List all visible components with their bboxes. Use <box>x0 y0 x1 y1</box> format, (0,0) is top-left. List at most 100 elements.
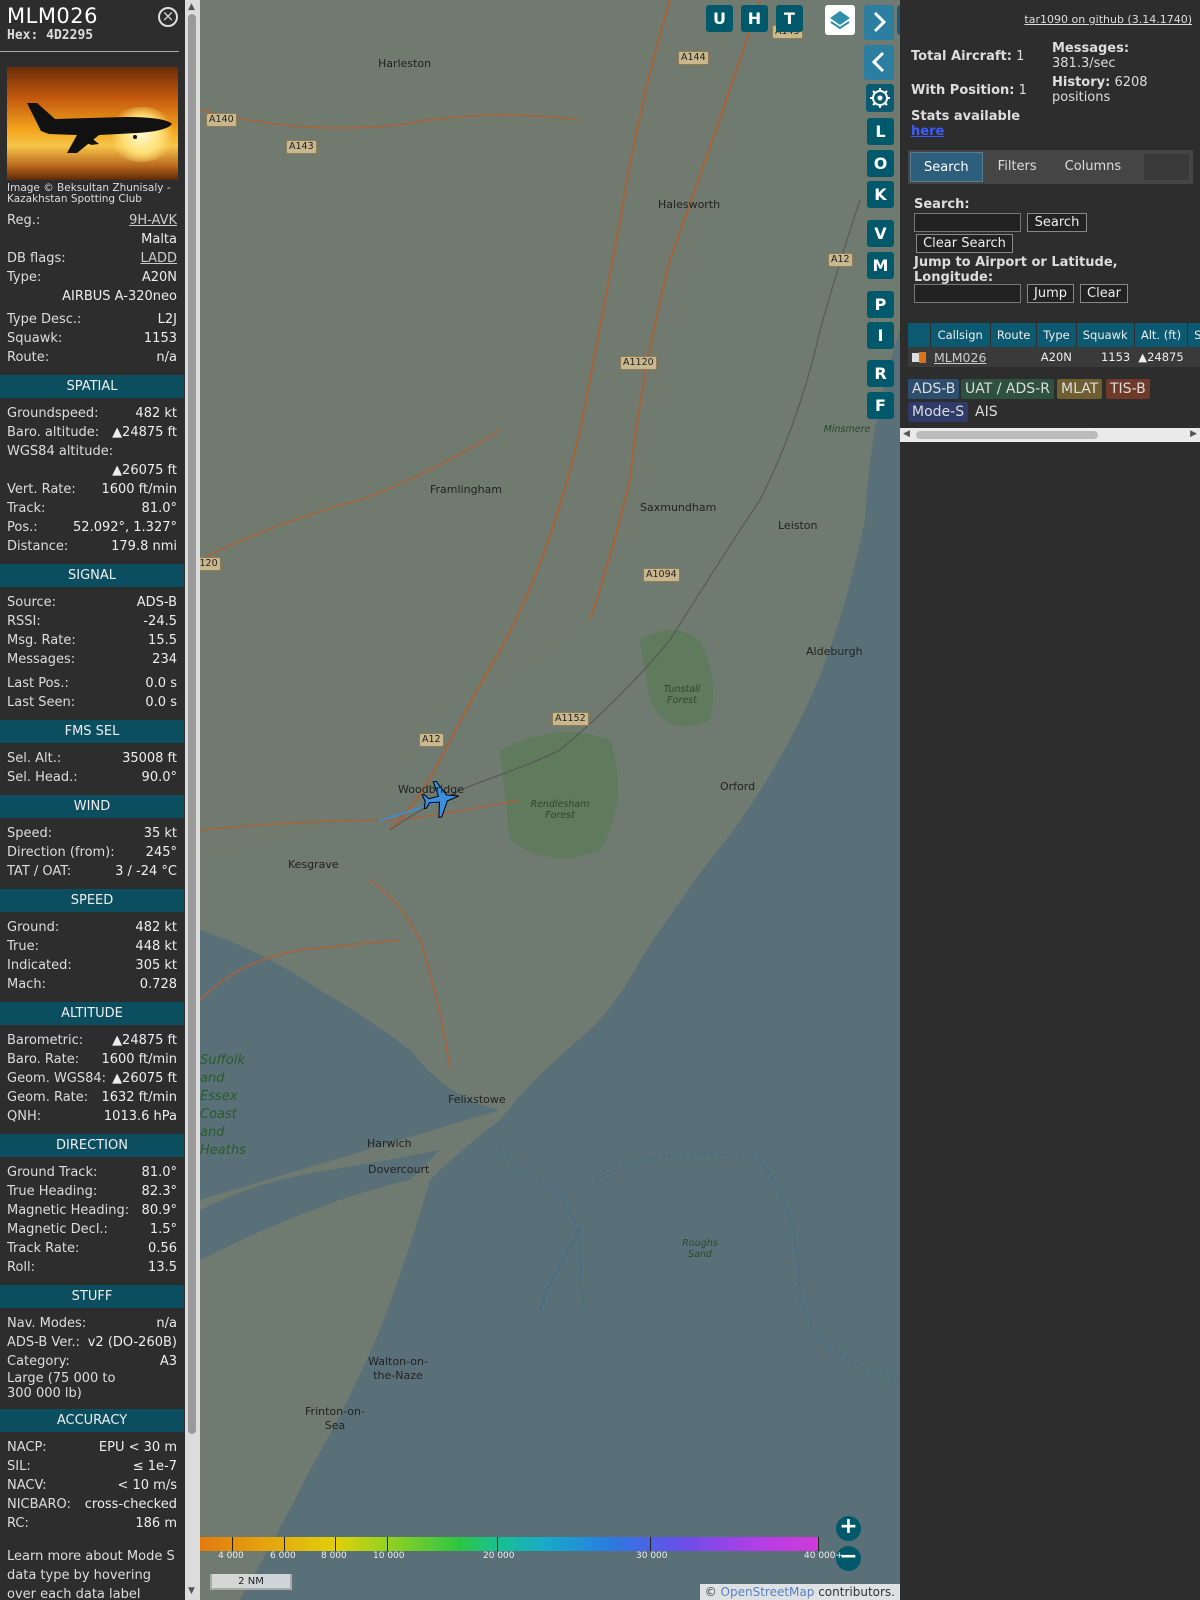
magnetic-heading-row: Magnetic Heading: 80.9° <box>0 1201 184 1220</box>
true-value: 448 kt <box>135 939 177 954</box>
nacv-label: NACV: <box>7 1478 47 1493</box>
mach-row: Mach: 0.728 <box>0 975 184 994</box>
layers-icon <box>830 11 850 30</box>
info-scrollbar[interactable]: ▲ ▼ <box>185 0 200 1600</box>
right-panel: tar1090 on github (3.14.1740) Total Airc… <box>900 0 1200 1600</box>
osm-link[interactable]: OpenStreetMap <box>721 1585 815 1599</box>
route-row: Route: n/a <box>0 348 184 367</box>
place-rendlesham-forest: Rendlesham Forest <box>530 799 590 821</box>
map-button-m[interactable]: M <box>867 252 894 279</box>
stuff-list: Nav. Modes: n/a ADS-B Ver.: v2 (DO-260B) Cat… <box>0 1314 184 1371</box>
colorbar-tickmark <box>232 1537 233 1551</box>
clear-jump-button[interactable]: Clear <box>1080 284 1128 303</box>
tab-spacer <box>1144 154 1189 180</box>
with-position-label: With Position: <box>911 83 1015 98</box>
tat-oat-label: TAT / OAT: <box>7 864 72 879</box>
rc-value: 186 m <box>135 1516 177 1531</box>
jump-input[interactable] <box>914 284 1021 303</box>
altitude-colorbar <box>200 1537 818 1551</box>
col-header-speed[interactable]: Spe <box>1187 323 1200 347</box>
continuation-value: Malta <box>141 232 177 247</box>
collapse-left-button[interactable] <box>864 45 894 80</box>
row-color-icon <box>919 352 926 363</box>
map-button-v[interactable]: V <box>867 220 894 247</box>
accuracy-list: NACP: EPU < 30 m SIL: ≤ 1e-7 NACV: < 10 m/s NI… <box>0 1438 184 1533</box>
jump-label: Jump to Airport or Latitude, Longitude: <box>914 255 1118 285</box>
db-flags-value[interactable]: LADD <box>141 249 177 268</box>
close-icon[interactable]: × <box>158 7 178 27</box>
rssi-value: -24.5 <box>143 614 177 629</box>
map-view[interactable]: Harleston Halesworth Framlingham Saxmundham… <box>200 0 900 1600</box>
map-button-i[interactable]: I <box>867 322 894 349</box>
place-roughs-sand: Roughs Sand <box>682 1238 718 1260</box>
ground-row: Ground: 482 kt <box>0 918 184 937</box>
indicated-row: Indicated: 305 kt <box>0 956 184 975</box>
aircraft-photo[interactable] <box>7 67 178 180</box>
stats-link[interactable]: here <box>911 124 944 139</box>
source-row: Source: ADS-B <box>0 593 184 612</box>
map-button-u[interactable]: U <box>706 5 733 32</box>
col-header-type[interactable]: Type <box>1036 323 1077 347</box>
roll-value: 13.5 <box>148 1260 177 1275</box>
github-link[interactable]: tar1090 on github (3.14.1740) <box>1024 13 1192 26</box>
continuation-row: AIRBUS A-320neo <box>0 287 184 306</box>
aircraft-info-panel: MLM026 Hex: 4D2295 × Image © Beksultan Z… <box>0 0 184 1600</box>
tat-oat-row: TAT / OAT: 3 / -24 °C <box>0 862 184 881</box>
last-seen-row: Last Seen: 0.0 s <box>0 693 184 712</box>
expand-right-button[interactable] <box>864 5 894 40</box>
road-label-a140: A140 <box>206 113 237 127</box>
tab-columns[interactable]: Columns <box>1052 152 1135 182</box>
col-header-route[interactable]: Route <box>990 323 1038 347</box>
messages-row: Messages: 234 <box>0 650 184 669</box>
magnetic-decl-label: Magnetic Decl.: <box>7 1222 108 1237</box>
magnetic-heading-label: Magnetic Heading: <box>7 1203 130 1218</box>
zoom-in-button[interactable]: + <box>836 1516 861 1541</box>
vert-rate-value: 1600 ft/min <box>101 482 177 497</box>
map-button-t[interactable]: T <box>776 5 803 32</box>
col-header-squawk[interactable]: Squawk <box>1076 323 1135 347</box>
tab-filters[interactable]: Filters <box>985 152 1050 182</box>
messages-value: 234 <box>152 652 177 667</box>
reg-value[interactable]: 9H-AVK <box>129 211 177 230</box>
col-header-callsign[interactable]: Callsign <box>930 323 991 347</box>
map-button-l[interactable]: L <box>867 118 894 145</box>
direction-from-label: Direction (from): <box>7 845 115 860</box>
magnetic-decl-value: 1.5° <box>149 1222 177 1237</box>
settings-button[interactable] <box>866 84 894 112</box>
table-hscrollbar[interactable]: ◀ ▶ <box>900 428 1200 442</box>
sil-row: SIL: ≤ 1e-7 <box>0 1457 184 1476</box>
search-input[interactable] <box>914 213 1021 232</box>
map-button-r[interactable]: R <box>867 360 894 387</box>
table-row[interactable]: MLM026 A20N 1153 ▲24875 <box>908 347 1200 367</box>
baro-rate-value: 1600 ft/min <box>101 1052 177 1067</box>
clear-search-button[interactable]: Clear Search <box>916 234 1013 253</box>
indicated-value: 305 kt <box>135 958 177 973</box>
true-row: True: 448 kt <box>0 937 184 956</box>
map-button-o[interactable]: O <box>867 150 894 177</box>
barometric-value: ▲24875 ft <box>112 1033 177 1048</box>
callsign-link[interactable]: MLM026 <box>934 350 986 365</box>
pos-label: Pos.: <box>7 520 38 535</box>
row-checkbox-icon[interactable] <box>912 353 919 362</box>
search-button[interactable]: Search <box>1027 213 1087 232</box>
sil-label: SIL: <box>7 1459 31 1474</box>
map-button-p[interactable]: P <box>867 291 894 318</box>
col-header-select[interactable] <box>908 323 931 347</box>
row-callsign[interactable]: MLM026 <box>930 347 991 367</box>
source-label: Source: <box>7 595 57 610</box>
scale-bar: 2 NM <box>210 1574 292 1590</box>
layers-button[interactable] <box>825 5 855 35</box>
reg-label: Reg.: <box>7 213 41 228</box>
road-label-a1152: A1152 <box>552 712 589 726</box>
map-button-h[interactable]: H <box>741 5 768 32</box>
tab-search[interactable]: Search <box>910 152 983 182</box>
aircraft-table: Callsign Route Type Squawk Alt. (ft) Spe… <box>908 323 1200 367</box>
map-button-k[interactable]: K <box>867 181 894 208</box>
track-value: 81.0° <box>141 501 177 516</box>
nav-modes-value: n/a <box>156 1316 177 1331</box>
jump-button[interactable]: Jump <box>1027 284 1074 303</box>
map-button-f[interactable]: F <box>867 392 894 419</box>
mach-label: Mach: <box>7 977 46 992</box>
road-label-a1094: A1094 <box>643 568 680 582</box>
col-header-altitude[interactable]: Alt. (ft) <box>1134 323 1189 347</box>
